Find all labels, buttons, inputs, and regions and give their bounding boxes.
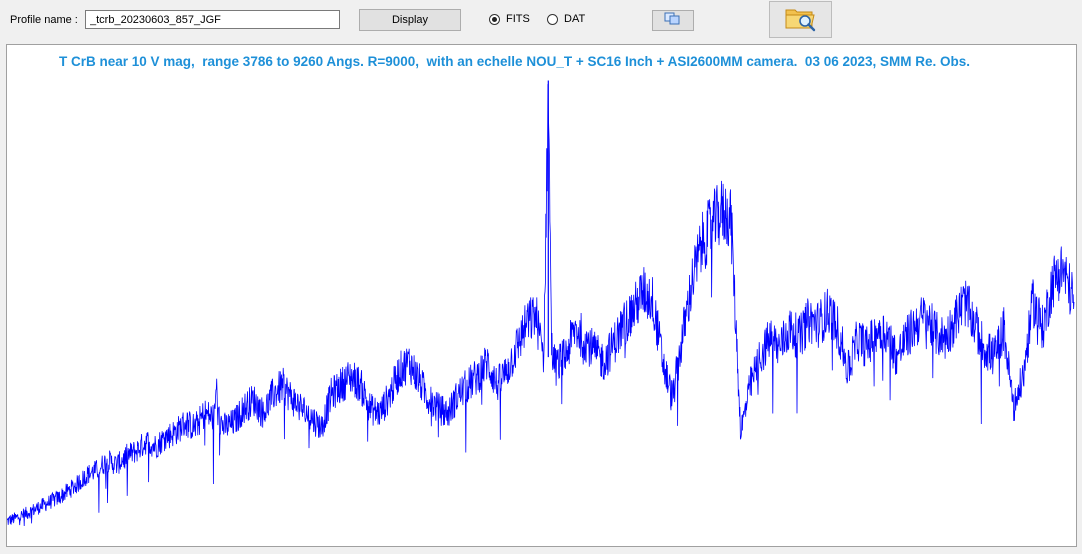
open-file-button[interactable]	[769, 1, 832, 38]
chart-title: T CrB near 10 V mag, range 3786 to 9260 …	[59, 54, 971, 69]
copy-icon	[664, 12, 682, 29]
radio-fits[interactable]: FITS	[489, 13, 530, 25]
spectrum-series-line	[7, 84, 1075, 527]
radio-fits-circle[interactable]	[489, 13, 500, 25]
profile-name-label: Profile name :	[10, 14, 78, 26]
folder-search-icon	[784, 4, 818, 35]
spectrum-chart: T CrB near 10 V mag, range 3786 to 9260 …	[6, 44, 1077, 547]
copy-button[interactable]	[652, 10, 694, 31]
profile-name-input[interactable]	[85, 10, 340, 29]
toolbar: Profile name : Display FITS DAT	[0, 0, 1082, 42]
spectrum-plot	[7, 80, 1075, 527]
radio-dat-circle[interactable]	[547, 13, 558, 25]
radio-fits-label: FITS	[506, 13, 530, 25]
radio-dat[interactable]: DAT	[547, 13, 585, 25]
radio-dat-label: DAT	[564, 13, 586, 25]
display-button[interactable]: Display	[359, 9, 461, 31]
